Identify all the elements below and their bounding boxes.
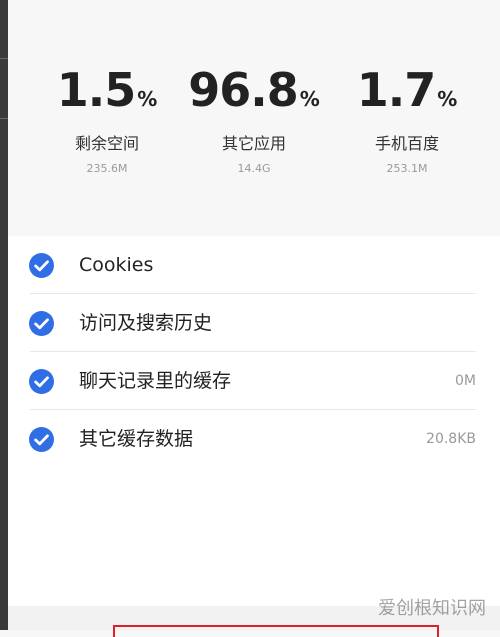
list-item-size: 0M (455, 373, 476, 389)
stat-unit: % (137, 87, 158, 111)
list-item-history[interactable]: 访问及搜索历史 (8, 294, 500, 352)
stat-label: 手机百度 (374, 134, 439, 153)
check-circle-icon[interactable] (29, 311, 54, 336)
stat-size: 235.6M (86, 162, 128, 175)
list-item-label: 访问及搜索历史 (79, 312, 213, 334)
stat-label: 其它应用 (221, 134, 286, 153)
watermark-text: 爱创根知识网 (378, 598, 486, 619)
window-left-edge (0, 0, 8, 630)
check-circle-icon[interactable] (29, 253, 54, 278)
stat-size: 14.4G (237, 162, 271, 175)
stat-value: 1.5% (32, 62, 182, 118)
stat-unit: % (299, 87, 320, 111)
stat-free-space: 1.5% 剩余空间 235.6M (32, 62, 182, 176)
list-item-chat-cache[interactable]: 聊天记录里的缓存 0M (8, 352, 500, 410)
list-item-label: Cookies (79, 254, 154, 276)
clean-button[interactable] (113, 625, 439, 637)
check-circle-icon[interactable] (29, 369, 54, 394)
stat-number: 1.5 (56, 63, 136, 117)
edge-tick (0, 58, 8, 59)
storage-stats-panel: 1.5% 剩余空间 235.6M 96.8% 其它应用 14.4G 1.7% 手… (8, 0, 500, 236)
stat-label: 剩余空间 (74, 134, 139, 153)
stat-number: 1.7 (356, 63, 436, 117)
stat-baidu-app: 1.7% 手机百度 253.1M (332, 62, 482, 176)
list-item-label: 其它缓存数据 (79, 428, 194, 450)
edge-tick (0, 118, 8, 119)
stat-other-apps: 96.8% 其它应用 14.4G (179, 62, 329, 176)
stat-number: 96.8 (188, 63, 298, 117)
check-circle-icon[interactable] (29, 427, 54, 452)
list-item-label: 聊天记录里的缓存 (79, 370, 232, 392)
list-item-other-cache[interactable]: 其它缓存数据 20.8KB (8, 410, 500, 468)
stat-value: 96.8% (179, 62, 329, 118)
stat-size: 253.1M (386, 162, 428, 175)
stat-unit: % (437, 87, 458, 111)
list-item-size: 20.8KB (426, 431, 476, 447)
list-item-cookies[interactable]: Cookies (8, 236, 500, 294)
clean-items-list: Cookies 访问及搜索历史 聊天记录里的缓存 0M 其它缓存数据 20.8K… (8, 236, 500, 606)
stat-value: 1.7% (332, 62, 482, 118)
